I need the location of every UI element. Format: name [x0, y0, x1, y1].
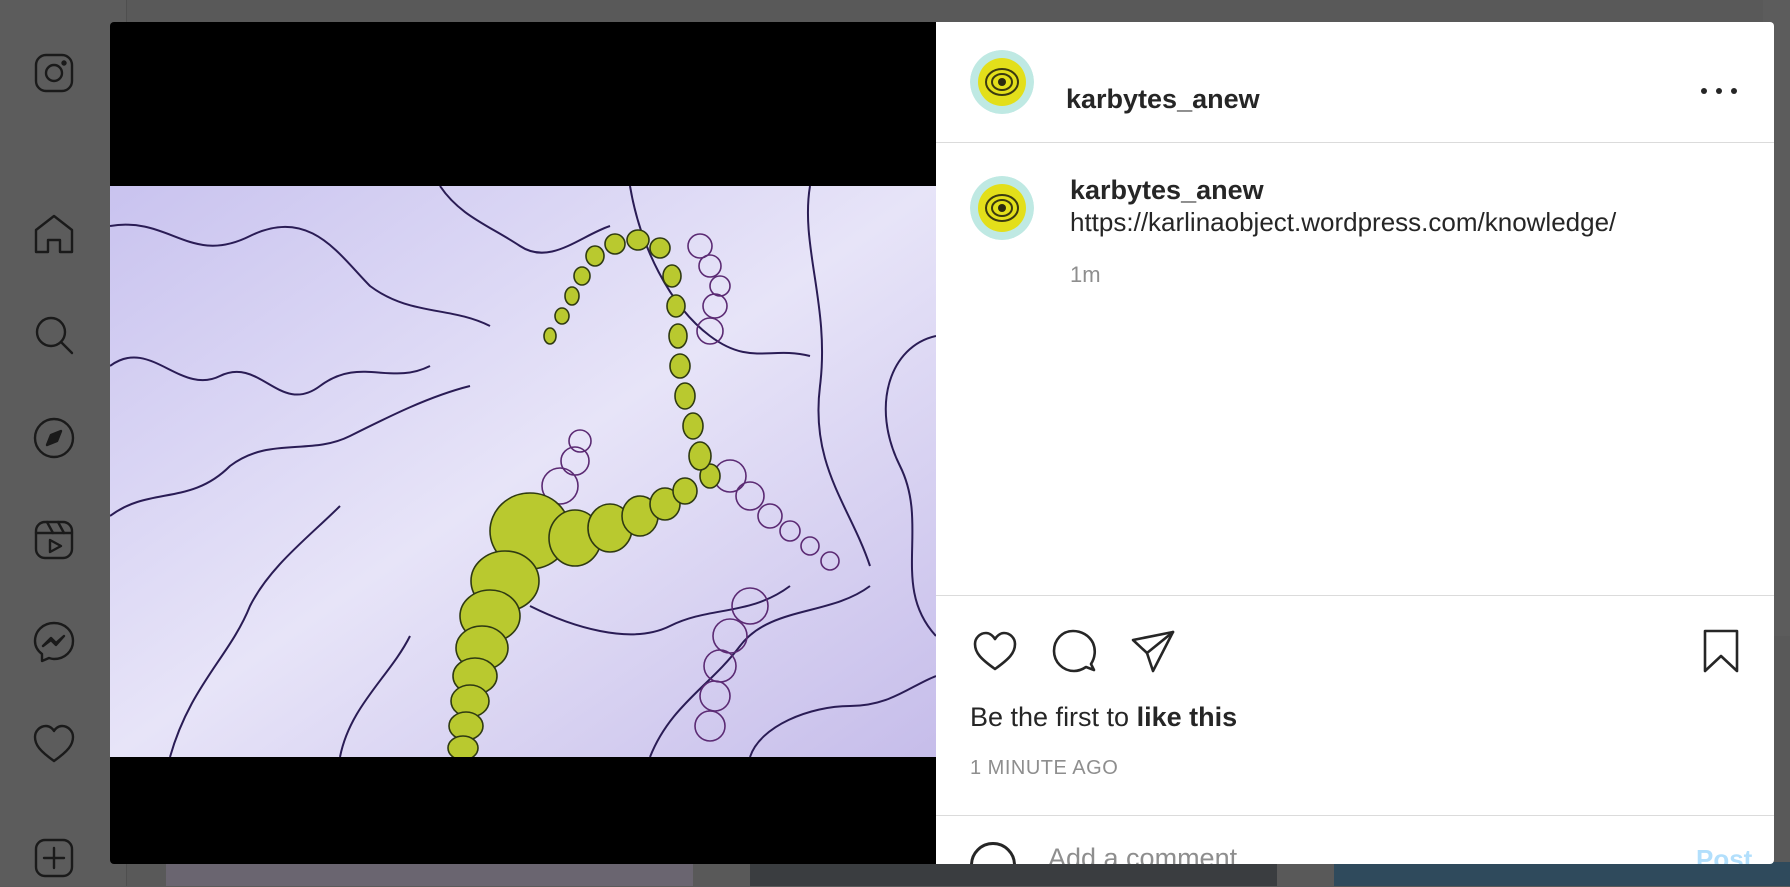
- likes-summary: Be the first to like this: [970, 702, 1237, 733]
- like-this-link[interactable]: like this: [1137, 702, 1238, 732]
- like-heart-icon[interactable]: [970, 626, 1020, 676]
- post-image-artwork[interactable]: [110, 186, 936, 757]
- comment-icon[interactable]: [1049, 626, 1099, 676]
- messenger-icon[interactable]: [30, 618, 78, 666]
- post-modal: karbytes_anew karbytes_anew https://karl…: [110, 22, 1774, 864]
- sidebar: [0, 0, 127, 886]
- caption-relative-time: 1m: [1070, 262, 1101, 287]
- post-header: karbytes_anew: [936, 22, 1774, 143]
- instagram-logo-icon[interactable]: [30, 49, 78, 97]
- emoji-icon[interactable]: [970, 842, 1016, 864]
- comment-input[interactable]: [1046, 842, 1610, 864]
- post-comment-button[interactable]: Post: [1696, 844, 1752, 864]
- create-icon[interactable]: [30, 834, 78, 882]
- post-timestamp: 1 MINUTE AGO: [970, 757, 1119, 779]
- more-options-icon[interactable]: [1699, 82, 1739, 106]
- share-icon[interactable]: [1128, 626, 1178, 676]
- home-icon[interactable]: [30, 210, 78, 258]
- actions-divider: [936, 595, 1774, 596]
- background-thumbnail[interactable]: [1334, 862, 1790, 886]
- save-bookmark-icon[interactable]: [1696, 626, 1746, 676]
- background-thumbnail[interactable]: [750, 862, 1277, 886]
- post-details-panel: karbytes_anew karbytes_anew https://karl…: [936, 22, 1774, 864]
- author-username[interactable]: karbytes_anew: [1066, 84, 1260, 115]
- background-thumbnail[interactable]: [166, 862, 693, 886]
- author-avatar[interactable]: [970, 50, 1034, 114]
- caption-text[interactable]: https://karlinaobject.wordpress.com/know…: [1070, 207, 1616, 238]
- heart-icon[interactable]: [30, 720, 78, 768]
- search-icon[interactable]: [30, 311, 78, 359]
- comment-divider: [936, 815, 1774, 816]
- caption-author-username[interactable]: karbytes_anew: [1070, 175, 1264, 206]
- post-media: [110, 22, 936, 864]
- likes-prefix: Be the first to: [970, 702, 1137, 732]
- explore-icon[interactable]: [30, 414, 78, 462]
- reels-icon[interactable]: [30, 516, 78, 564]
- caption-author-avatar[interactable]: [970, 176, 1034, 240]
